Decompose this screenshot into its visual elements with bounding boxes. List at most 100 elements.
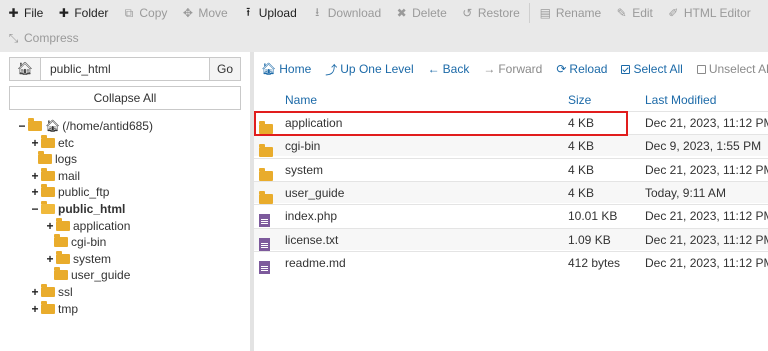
folder-icon xyxy=(41,284,55,297)
collapse-all-button[interactable]: Collapse All xyxy=(9,86,241,110)
table-row[interactable]: license.txt 1.09 KB Dec 21, 2023, 11:12 PM xyxy=(254,227,768,251)
file-list-pane: 🏠︎ Home ⤴ Up One Level ← Back → Forward ⟳ Reload S… xyxy=(254,52,768,351)
back-button[interactable]: ← Back xyxy=(421,58,477,80)
toolbar-button-label: Download xyxy=(327,6,382,20)
delete-icon: ✖ xyxy=(396,6,407,20)
go-button[interactable]: Go xyxy=(209,58,240,80)
cell-size: 4 KB xyxy=(568,185,595,200)
collapse-icon[interactable]: − xyxy=(30,202,40,216)
column-name-header[interactable]: Name xyxy=(285,93,317,107)
delete-button[interactable]: ✖ Delete xyxy=(388,2,454,24)
toolbar-button-label: Move xyxy=(198,6,228,20)
toolbar-button-label: Compress xyxy=(24,31,79,45)
cell-size: 10.01 KB xyxy=(568,209,618,224)
tree-item-tmp[interactable]: + tmp xyxy=(30,300,79,317)
restore-button[interactable]: ↺ Restore xyxy=(454,2,527,24)
table-row[interactable]: cgi-bin 4 KB Dec 9, 2023, 1:55 PM xyxy=(254,134,768,158)
copy-icon: ⧉ xyxy=(124,5,134,20)
compress-button[interactable]: ⤡ Compress xyxy=(0,27,86,49)
tree-item-label: public_ftp xyxy=(58,185,110,200)
tree-item-label: tmp xyxy=(58,301,79,316)
nav-button-label: Unselect All xyxy=(708,62,768,76)
forward-button[interactable]: → Forward xyxy=(476,58,549,80)
cell-name: user_guide xyxy=(285,185,345,200)
restore-icon: ↺ xyxy=(462,6,473,20)
tree-item-system[interactable]: + system xyxy=(45,250,112,267)
tree-item-application[interactable]: + application xyxy=(45,217,130,234)
folder-icon xyxy=(41,184,55,198)
download-button[interactable]: ⭳ Download xyxy=(304,2,388,24)
tree-item-label: etc xyxy=(58,135,75,150)
reload-button[interactable]: ⟳ Reload xyxy=(549,58,614,80)
home-icon[interactable]: 🏠︎ xyxy=(10,58,41,80)
expand-icon[interactable]: + xyxy=(30,169,40,183)
folder-icon xyxy=(54,234,68,248)
expand-icon[interactable]: + xyxy=(30,185,40,199)
toolbar-row-1: ✚ File ✚ Folder ⧉ Copy ✥ Move ⭱ Upload ⭳ Download ✖ D… xyxy=(0,2,768,24)
expand-icon[interactable]: + xyxy=(30,302,40,316)
tree-item-ssl[interactable]: + ssl xyxy=(30,284,73,300)
edit-button[interactable]: ✎ Edit xyxy=(608,2,660,24)
tree-item-public-html[interactable]: − public_html xyxy=(30,201,125,217)
plus-icon: ✚ xyxy=(8,6,19,20)
home-button[interactable]: 🏠︎ Home xyxy=(254,58,318,80)
column-modified-header[interactable]: Last Modified xyxy=(645,93,716,107)
table-row[interactable]: user_guide 4 KB Today, 9:11 AM xyxy=(254,180,768,204)
tree-item-label: user_guide xyxy=(71,268,131,283)
tree-item-public-ftp[interactable]: + public_ftp xyxy=(30,184,109,200)
folder-icon xyxy=(259,167,273,181)
nav-button-label: Up One Level xyxy=(340,62,414,76)
rename-button[interactable]: ▤ Rename xyxy=(532,2,608,24)
folder-icon xyxy=(41,201,55,214)
file-button[interactable]: ✚ File xyxy=(0,2,50,24)
column-size-header[interactable]: Size xyxy=(568,93,591,107)
table-row[interactable]: readme.md 412 bytes Dec 21, 2023, 11:12 PM xyxy=(254,250,768,274)
tree-item-mail[interactable]: + mail xyxy=(30,167,81,184)
tree-item-logs[interactable]: logs xyxy=(38,151,77,167)
expand-icon[interactable]: + xyxy=(30,136,40,150)
folder-button[interactable]: ✚ Folder xyxy=(50,2,115,24)
unselect-all-button[interactable]: Unselect All xyxy=(690,58,768,80)
html-editor-button[interactable]: ✐ HTML Editor xyxy=(660,2,758,24)
path-bar: 🏠︎ Go xyxy=(9,57,241,81)
tree-item-cgi-bin[interactable]: cgi-bin xyxy=(54,234,106,250)
select-all-button[interactable]: Select All xyxy=(614,58,689,80)
expand-icon[interactable]: + xyxy=(45,219,55,233)
collapse-icon[interactable]: − xyxy=(17,119,27,133)
copy-button[interactable]: ⧉ Copy xyxy=(115,2,174,24)
tree-item-user-guide[interactable]: user_guide xyxy=(54,267,130,283)
nav-button-label: Home xyxy=(279,62,312,76)
download-icon: ⭳ xyxy=(315,4,320,19)
toolbar-button-label: Copy xyxy=(139,6,168,20)
cell-name: system xyxy=(285,162,324,177)
toolbar-button-label: Rename xyxy=(555,6,602,20)
file-icon xyxy=(259,237,270,251)
tree-item-home-antid685[interactable]: − 🏠︎ (/home/antid685) xyxy=(17,118,153,134)
folder-icon xyxy=(259,190,273,204)
up-one-level-button[interactable]: ⤴ Up One Level xyxy=(318,58,420,80)
back-icon: ← xyxy=(427,62,440,76)
path-input[interactable] xyxy=(41,58,209,80)
tree-item-etc[interactable]: + etc xyxy=(30,134,75,151)
nav-button-label: Forward xyxy=(498,62,543,76)
tree-item-label: ssl xyxy=(58,285,73,299)
cell-modified: Dec 21, 2023, 11:12 PM xyxy=(645,255,768,270)
nav-button-label: Select All xyxy=(633,62,683,76)
tree-item-label: (/home/antid685) xyxy=(62,119,153,133)
table-row[interactable]: system 4 KB Dec 21, 2023, 11:12 PM xyxy=(254,157,768,181)
tree-item-label: mail xyxy=(58,168,81,183)
cell-name: license.txt xyxy=(285,232,339,247)
move-button[interactable]: ✥ Move xyxy=(174,2,234,24)
folder-icon xyxy=(41,300,55,314)
table-row[interactable]: application 4 KB Dec 21, 2023, 11:12 PM xyxy=(254,111,768,134)
expand-icon[interactable]: + xyxy=(30,285,40,299)
folder-icon xyxy=(28,118,42,131)
rename-icon: ▤ xyxy=(539,6,552,20)
expand-icon[interactable]: + xyxy=(45,252,55,266)
reload-icon: ⟳ xyxy=(556,62,567,76)
upload-button[interactable]: ⭱ Upload xyxy=(235,2,304,24)
tree-item-label: system xyxy=(73,251,112,266)
pe-button[interactable]: ⚷Pe xyxy=(758,2,768,24)
table-row[interactable]: index.php 10.01 KB Dec 21, 2023, 11:12 PM xyxy=(254,204,768,228)
file-icon xyxy=(259,260,270,274)
